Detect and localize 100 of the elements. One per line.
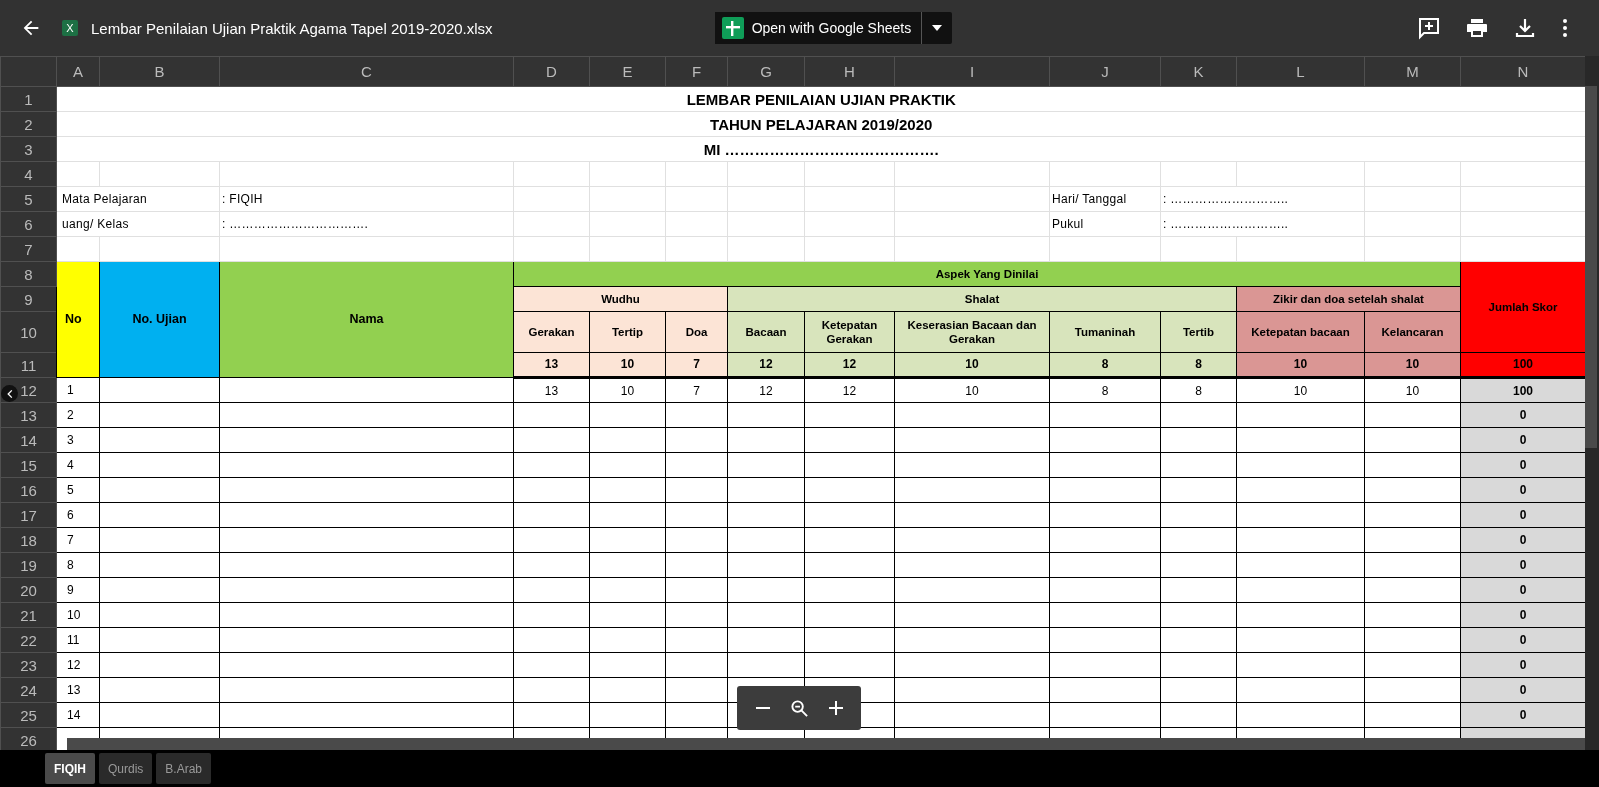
row-header[interactable]: 10 bbox=[0, 311, 57, 353]
file-name: Lembar Penilaian Ujian Praktik Agama Tapel 2019-2020.xlsx bbox=[91, 19, 493, 37]
info-value: : ……………………….. bbox=[1163, 217, 1289, 231]
row-header[interactable]: 2 bbox=[0, 111, 57, 137]
table-cell: 13 bbox=[513, 352, 590, 378]
table-cell: 10 bbox=[1364, 377, 1461, 403]
column-header[interactable]: C bbox=[219, 56, 514, 87]
row-header[interactable]: 26 bbox=[0, 727, 57, 750]
row-header[interactable]: 23 bbox=[0, 652, 57, 678]
row-header[interactable]: 18 bbox=[0, 527, 57, 553]
row-header[interactable]: 5 bbox=[0, 186, 57, 212]
table-header-cell: Gerakan bbox=[513, 311, 590, 353]
table-cell: 7 bbox=[665, 377, 728, 403]
row-header[interactable]: 9 bbox=[0, 286, 57, 312]
info-label: Pukul bbox=[1052, 217, 1084, 231]
row-header[interactable]: 3 bbox=[0, 136, 57, 162]
info-value: : ……………………….. bbox=[1163, 192, 1289, 206]
row-header[interactable]: 8 bbox=[0, 261, 57, 287]
row-header[interactable]: 22 bbox=[0, 627, 57, 653]
column-header[interactable]: G bbox=[727, 56, 805, 87]
table-header-cell: Bacaan bbox=[727, 311, 805, 353]
dropdown-caret-icon[interactable] bbox=[932, 25, 943, 31]
row-header[interactable]: 14 bbox=[0, 427, 57, 453]
table-cell: 2 bbox=[67, 408, 74, 422]
table-header-cell: Zikir dan doa setelah shalat bbox=[1236, 286, 1461, 312]
table-header-cell: Kelancaran bbox=[1364, 311, 1461, 353]
row-header[interactable]: 7 bbox=[0, 236, 57, 262]
table-cell: 0 bbox=[1460, 427, 1585, 453]
table-header-cell: No bbox=[56, 261, 100, 378]
table-header-cell: Tertip bbox=[589, 311, 666, 353]
zoom-in-icon[interactable] bbox=[827, 700, 844, 716]
row-header[interactable]: 17 bbox=[0, 502, 57, 528]
table-cell: 4 bbox=[67, 458, 74, 472]
row-header[interactable]: 21 bbox=[0, 602, 57, 628]
info-label: Mata Pelajaran bbox=[62, 192, 148, 206]
sheet-tab[interactable]: B.Arab bbox=[156, 753, 212, 784]
table-cell: 100 bbox=[1460, 352, 1585, 378]
column-header[interactable]: B bbox=[99, 56, 220, 87]
table-cell: 8 bbox=[1049, 352, 1161, 378]
download-icon[interactable] bbox=[1513, 16, 1537, 40]
row-header[interactable]: 11 bbox=[0, 352, 57, 378]
table-header-cell: Tumaninah bbox=[1049, 311, 1161, 353]
open-with-sheets-button[interactable]: Open with Google Sheets bbox=[714, 12, 923, 44]
table-cell: 11 bbox=[67, 633, 80, 647]
row-header[interactable]: 24 bbox=[0, 677, 57, 703]
table-cell: 8 bbox=[67, 558, 74, 572]
reset-zoom-icon[interactable] bbox=[789, 698, 809, 718]
table-cell: 0 bbox=[1460, 652, 1585, 678]
sheet-title: TAHUN PELAJARAN 2019/2020 bbox=[710, 115, 933, 133]
table-cell: 10 bbox=[67, 608, 81, 622]
table-header-cell: Shalat bbox=[727, 286, 1237, 312]
horizontal-scrollbar[interactable] bbox=[67, 738, 1585, 750]
column-header[interactable]: N bbox=[1460, 56, 1585, 87]
table-header-cell: Doa bbox=[665, 311, 728, 353]
column-header[interactable]: F bbox=[665, 56, 728, 87]
table-cell: 14 bbox=[67, 708, 81, 722]
column-header[interactable]: K bbox=[1160, 56, 1237, 87]
row-header[interactable]: 16 bbox=[0, 477, 57, 503]
table-header-cell: Wudhu bbox=[513, 286, 728, 312]
row-header[interactable]: 6 bbox=[0, 211, 57, 237]
table-cell: 6 bbox=[67, 508, 74, 522]
table-cell: 10 bbox=[1236, 352, 1365, 378]
info-label: uang/ Kelas bbox=[62, 217, 130, 231]
column-header[interactable]: H bbox=[804, 56, 895, 87]
more-options-icon[interactable] bbox=[1561, 16, 1569, 40]
table-cell: 0 bbox=[1460, 402, 1585, 428]
add-comment-icon[interactable] bbox=[1417, 16, 1441, 40]
table-header-cell: No. Ujian bbox=[99, 261, 220, 378]
sheet-title: LEMBAR PENILAIAN UJIAN PRAKTIK bbox=[686, 90, 956, 108]
row-header[interactable]: 4 bbox=[0, 161, 57, 187]
sheet-tab[interactable]: Qurdis bbox=[99, 753, 153, 784]
row-header[interactable]: 15 bbox=[0, 452, 57, 478]
table-header-cell: Keserasian Bacaan dan Gerakan bbox=[894, 311, 1050, 353]
row-header[interactable]: 19 bbox=[0, 552, 57, 578]
row-header[interactable]: 13 bbox=[0, 402, 57, 428]
vertical-scrollbar[interactable] bbox=[1585, 86, 1597, 448]
column-header[interactable]: I bbox=[894, 56, 1050, 87]
table-cell: 12 bbox=[804, 352, 895, 378]
sheet-title: MI ……………………………………. bbox=[703, 140, 939, 158]
row-header[interactable]: 1 bbox=[0, 86, 57, 112]
table-cell: 0 bbox=[1460, 702, 1585, 728]
row-header[interactable]: 25 bbox=[0, 702, 57, 728]
table-header-cell: Tertib bbox=[1160, 311, 1237, 353]
table-cell: 5 bbox=[67, 483, 74, 497]
sheets-icon bbox=[720, 16, 745, 40]
column-header[interactable]: L bbox=[1236, 56, 1365, 87]
table-cell: 0 bbox=[1460, 552, 1585, 578]
table-header-cell: Ketepatan Gerakan bbox=[804, 311, 895, 353]
column-header[interactable]: D bbox=[513, 56, 590, 87]
table-cell: 0 bbox=[1460, 527, 1585, 553]
table-cell: 10 bbox=[894, 352, 1050, 378]
table-cell: 100 bbox=[1460, 377, 1585, 403]
row-header[interactable]: 20 bbox=[0, 577, 57, 603]
column-header[interactable]: E bbox=[589, 56, 666, 87]
column-header[interactable]: A bbox=[56, 56, 100, 87]
sheet-tab[interactable]: FIQIH bbox=[45, 753, 95, 784]
column-header[interactable]: M bbox=[1364, 56, 1461, 87]
table-cell: 8 bbox=[1160, 377, 1237, 403]
print-icon[interactable] bbox=[1465, 16, 1489, 40]
column-header[interactable]: J bbox=[1049, 56, 1161, 87]
